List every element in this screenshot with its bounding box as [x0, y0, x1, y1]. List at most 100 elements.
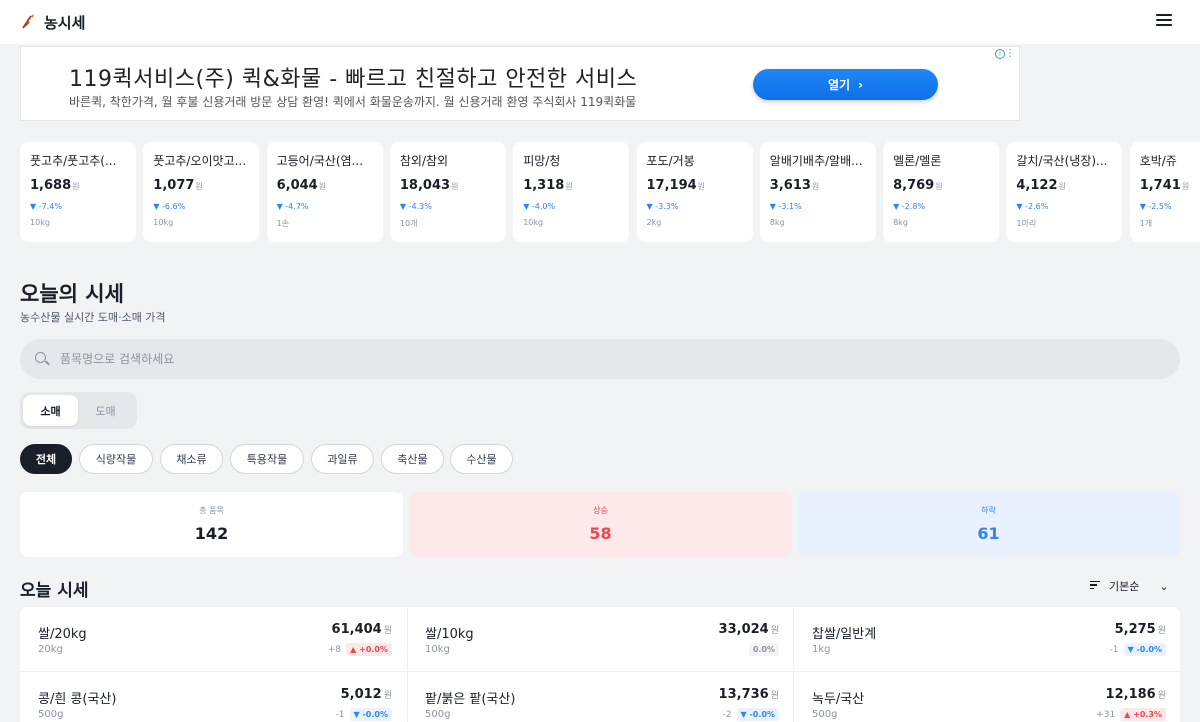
change-badge: 0.0%	[748, 643, 779, 656]
chevron-down-icon: ⌄	[1159, 579, 1169, 593]
item-unit: 1kg	[812, 644, 831, 655]
item-diff: -2	[722, 709, 732, 720]
ticker-item-price: 1,318원	[523, 178, 573, 193]
item-price: 5,275 원	[1114, 622, 1166, 637]
stat-down-value: 61	[977, 524, 1000, 543]
ad-info-icon[interactable]: i	[995, 49, 1005, 59]
ticker-item-unit: 8kg	[893, 218, 908, 227]
ticker-item-name: 포도/거봉	[646, 154, 695, 168]
ticker-item-change: ▼ -4.7%	[276, 202, 309, 211]
app-title[interactable]: 농시세	[44, 12, 85, 33]
price-list-item[interactable]: 쌀/10kg 10kg 33,024 원 0.0%	[407, 607, 793, 671]
ticker-item-change: ▼ -4.0%	[523, 202, 556, 211]
stat-down: 하락 61	[797, 492, 1180, 557]
ticker-card[interactable]: 피망/청 1,318원 ▼ -4.0% 10kg	[513, 142, 630, 242]
item-name: 팥/붉은 팥(국산)	[425, 692, 516, 707]
category-chip-grains[interactable]: 식량작물	[79, 444, 153, 474]
ticker-card[interactable]: 멜론/멜론 8,769원 ▼ -2.8% 8kg	[883, 142, 1000, 242]
item-name: 녹두/국산	[812, 692, 865, 707]
ticker-card[interactable]: 호박/쥬 1,741원 ▼ -2.5% 1개	[1129, 142, 1200, 242]
ticker-card[interactable]: 포도/거봉 17,194원 ▼ -3.3% 2kg	[636, 142, 753, 242]
change-badge: ▼ -0.0%	[1123, 643, 1166, 656]
price-list-item[interactable]: 찹쌀/일반계 1kg 5,275 원 -1 ▼ -0.0%	[794, 607, 1180, 671]
ticker-item-price: 18,043원	[399, 178, 459, 193]
search-bar[interactable]	[20, 339, 1180, 379]
list-title: 오늘 시세	[20, 581, 89, 601]
stat-up-value: 58	[589, 524, 612, 543]
price-list-item[interactable]: 쌀/20kg 20kg 61,404 원 +8 ▲ +0.0%	[20, 607, 406, 671]
sort-label: 기본순	[1109, 580, 1140, 593]
ticker-card[interactable]: 참외/참외 18,043원 ▼ -4.3% 10개	[389, 142, 506, 242]
segment-retail[interactable]: 소매	[23, 395, 78, 426]
item-unit: 500g	[38, 709, 64, 720]
price-list-item[interactable]: 팥/붉은 팥(국산) 500g 13,736 원 -2 ▼ -0.0%	[407, 672, 793, 722]
ticker-item-unit: 8kg	[769, 218, 785, 227]
ticker-item-price: 6,044원	[276, 178, 327, 193]
app-header: 농시세	[0, 0, 1200, 44]
triangle-down-icon: ▼	[523, 202, 530, 211]
item-change: -1 ▼ -0.0%	[336, 708, 392, 721]
item-name: 콩/흰 콩(국산)	[38, 692, 117, 707]
item-price: 33,024 원	[718, 622, 779, 637]
ticker-item-change: ▼ -3.1%	[769, 202, 802, 211]
category-chip-seafood[interactable]: 수산물	[450, 444, 513, 474]
price-list-item[interactable]: 콩/흰 콩(국산) 500g 5,012 원 -1 ▼ -0.0%	[20, 672, 406, 722]
ticker-card[interactable]: 풋고추/오이맛고... 1,077원 ▼ -6.6% 10kg	[143, 142, 260, 242]
ticker-item-unit: 10kg	[30, 218, 50, 227]
ticker-card[interactable]: 갈치/국산(냉장)... 4,122원 ▼ -2.6% 1마리	[1006, 142, 1123, 242]
chevron-right-icon: ›	[858, 77, 864, 92]
price-list: 쌀/20kg 20kg 61,404 원 +8 ▲ +0.0% 쌀/10kg 10kg 33,0…	[20, 607, 1180, 722]
stat-total-label: 총 품목	[199, 506, 224, 515]
ad-title[interactable]: 119퀵서비스(주) 퀵&화물 - 빠르고 친절하고 안전한 서비스	[69, 61, 637, 93]
ad-open-label: 열기	[827, 78, 851, 92]
ad-banner[interactable]: 119퀵서비스(주) 퀵&화물 - 빠르고 친절하고 안전한 서비스 바른퀵, …	[20, 46, 1020, 121]
category-chip-fruits[interactable]: 과일류	[311, 444, 374, 474]
ticker-item-unit: 10kg	[153, 218, 174, 227]
ad-open-button[interactable]: 열기 ›	[753, 69, 938, 100]
ticker-card[interactable]: 풋고추/풋고추(... 1,688원 ▼ -7.4% 10kg	[20, 142, 136, 242]
ticker-item-name: 풋고추/오이맛고...	[153, 154, 247, 168]
hamburger-menu-icon[interactable]	[1156, 14, 1172, 28]
price-change-ticker: 풋고추/풋고추(... 1,688원 ▼ -7.4% 10kg 풋고추/오이맛고... 1…	[20, 142, 1200, 244]
ticker-card[interactable]: 고등어/국산(염... 6,044원 ▼ -4.7% 1손	[266, 142, 383, 242]
market-type-segment: 소매 도매	[20, 392, 137, 429]
ticker-item-change: ▼ -3.3%	[646, 202, 679, 211]
ad-more-icon[interactable]: ⋮	[1005, 48, 1015, 59]
item-price: 61,404 원	[331, 622, 392, 637]
ticker-item-price: 3,613원	[769, 178, 820, 193]
triangle-down-icon: ▼	[1139, 202, 1146, 211]
change-badge: ▲ +0.3%	[1120, 708, 1166, 721]
item-name: 쌀/20kg	[38, 627, 87, 642]
triangle-down-icon: ▼	[1016, 202, 1023, 211]
category-chip-special-crops[interactable]: 특용작물	[230, 444, 304, 474]
category-chip-vegetables[interactable]: 채소류	[160, 444, 223, 474]
item-name: 찹쌀/일반계	[812, 627, 877, 642]
segment-wholesale[interactable]: 도매	[78, 395, 133, 426]
ticker-item-change: ▼ -7.4%	[30, 202, 62, 211]
ticker-item-unit: 1개	[1139, 219, 1153, 228]
item-change: +31 ▲ +0.3%	[1096, 708, 1166, 721]
ticker-item-price: 17,194원	[646, 178, 706, 193]
price-list-item[interactable]: 녹두/국산 500g 12,186 원 +31 ▲ +0.3%	[794, 672, 1180, 722]
ticker-item-unit: 1마리	[1016, 219, 1037, 228]
ticker-item-name: 고등어/국산(염...	[276, 154, 364, 168]
item-change: -1 ▼ -0.0%	[1110, 643, 1166, 656]
triangle-down-icon: ▼	[769, 202, 776, 211]
sort-icon	[1090, 580, 1100, 592]
ticker-card[interactable]: 알배기배추/알배... 3,613원 ▼ -3.1% 8kg	[759, 142, 876, 242]
item-diff: +31	[1096, 709, 1116, 720]
category-chip-livestock[interactable]: 축산물	[381, 444, 444, 474]
category-chip-all[interactable]: 전체	[20, 444, 72, 474]
ticker-item-unit: 2kg	[646, 218, 662, 227]
ticker-item-change: ▼ -6.6%	[153, 202, 186, 211]
ticker-item-name: 참외/참외	[399, 154, 449, 168]
item-unit: 500g	[812, 709, 838, 720]
search-input[interactable]	[60, 339, 1160, 379]
sort-dropdown[interactable]: 기본순 ⌄	[1090, 578, 1169, 594]
ticker-item-price: 1,077원	[153, 178, 203, 193]
triangle-down-icon: ▼	[893, 202, 900, 211]
item-diff: -1	[335, 709, 345, 720]
ticker-item-name: 갈치/국산(냉장)...	[1016, 154, 1108, 168]
ticker-item-unit: 10kg	[523, 218, 544, 227]
ticker-item-price: 4,122원	[1016, 178, 1066, 193]
